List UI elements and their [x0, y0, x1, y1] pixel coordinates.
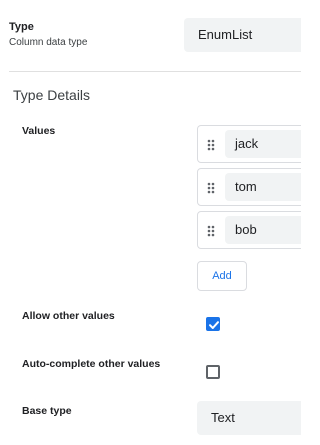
allow-other-values-label: Allow other values: [22, 310, 115, 322]
value-row: jack: [197, 125, 301, 163]
value-input[interactable]: tom: [225, 173, 301, 201]
add-value-button[interactable]: Add: [197, 261, 247, 291]
section-divider: [9, 71, 301, 72]
type-sublabel: Column data type: [9, 37, 88, 48]
autocomplete-other-values-label: Auto-complete other values: [22, 358, 161, 370]
drag-handle-icon[interactable]: [207, 138, 215, 151]
type-label: Type: [9, 21, 34, 33]
base-type-select[interactable]: Text: [197, 401, 301, 435]
allow-other-values-checkbox[interactable]: [206, 317, 220, 331]
column-settings-panel: Type Column data type EnumList Type Deta…: [0, 0, 301, 445]
value-input[interactable]: jack: [225, 130, 301, 158]
value-row: bob: [197, 211, 301, 249]
drag-handle-icon[interactable]: [207, 181, 215, 194]
base-type-label: Base type: [22, 405, 72, 417]
check-icon: [209, 321, 219, 329]
value-input[interactable]: bob: [225, 216, 301, 244]
values-label: Values: [22, 125, 56, 137]
type-select[interactable]: EnumList: [184, 18, 301, 52]
type-details-title: Type Details: [13, 87, 91, 103]
drag-handle-icon[interactable]: [207, 224, 215, 237]
autocomplete-other-values-checkbox[interactable]: [206, 365, 220, 379]
value-row: tom: [197, 168, 301, 206]
